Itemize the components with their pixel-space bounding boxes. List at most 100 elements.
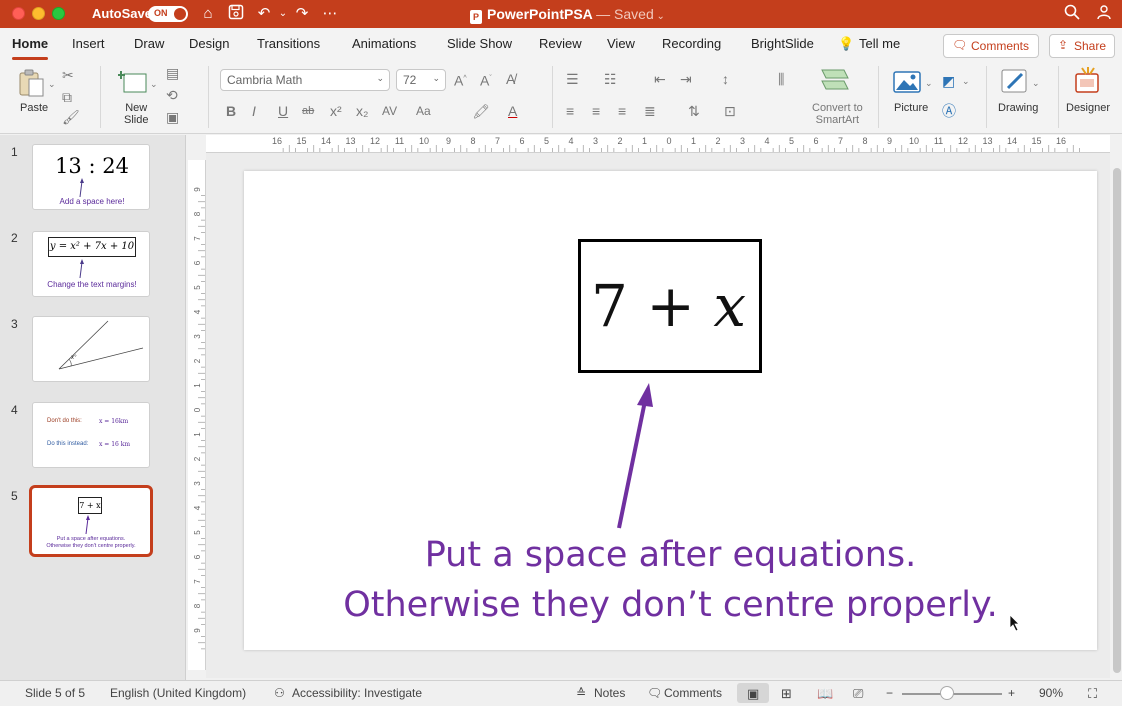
increase-indent-icon[interactable]: ⇥: [680, 70, 692, 88]
slide-thumbnail-3[interactable]: x°: [32, 316, 150, 382]
shapes-dropdown-icon[interactable]: ⌄: [962, 72, 970, 90]
close-window-button[interactable]: [12, 7, 25, 20]
reading-view-icon[interactable]: 📖: [817, 686, 833, 702]
vertical-scrollbar[interactable]: [1113, 168, 1121, 673]
drawing-icon[interactable]: [1000, 68, 1030, 96]
tab-animations[interactable]: Animations: [352, 36, 416, 51]
section-icon[interactable]: ▣: [166, 108, 179, 126]
align-center-icon[interactable]: ≡: [592, 102, 600, 120]
drawing-dropdown-icon[interactable]: ⌄: [1032, 74, 1040, 92]
zoom-level[interactable]: 90%: [1039, 686, 1063, 700]
tab-brightslide[interactable]: BrightSlide: [751, 36, 814, 51]
undo-dropdown-icon[interactable]: ⌄: [273, 4, 293, 24]
new-slide-icon[interactable]: [118, 68, 148, 96]
fit-to-window-icon[interactable]: ⛶: [1088, 686, 1097, 702]
change-case-icon[interactable]: Aa: [416, 102, 431, 120]
search-icon[interactable]: [1062, 4, 1082, 24]
autosave-toggle[interactable]: ON: [148, 6, 188, 22]
copy-icon[interactable]: ⧉: [62, 88, 72, 106]
new-slide-dropdown-icon[interactable]: ⌄: [150, 75, 158, 93]
smartart-icon[interactable]: [818, 68, 849, 92]
layout-icon[interactable]: ▤: [166, 64, 179, 82]
align-right-icon[interactable]: ≡: [618, 102, 626, 120]
bold-icon[interactable]: B: [226, 102, 236, 120]
slide-caption-line-2[interactable]: Otherwise they don’t centre properly.: [244, 585, 1097, 625]
reset-icon[interactable]: ⟲: [166, 86, 178, 104]
character-spacing-icon[interactable]: AV: [382, 102, 397, 120]
align-left-icon[interactable]: ≡: [566, 102, 574, 120]
zoom-slider-knob[interactable]: [940, 686, 954, 700]
decrease-indent-icon[interactable]: ⇤: [654, 70, 666, 88]
picture-dropdown-icon[interactable]: ⌄: [925, 74, 933, 92]
designer-icon[interactable]: [1072, 66, 1102, 96]
columns-icon[interactable]: ⫼: [778, 70, 784, 88]
tab-view[interactable]: View: [607, 36, 635, 51]
superscript-icon[interactable]: x²: [330, 102, 342, 120]
align-text-icon[interactable]: ⊡: [724, 102, 736, 120]
svg-text:8: 8: [862, 136, 867, 146]
slide-caption-line-1[interactable]: Put a space after equations.: [244, 535, 1097, 575]
font-color-icon[interactable]: A: [508, 102, 517, 120]
tab-review[interactable]: Review: [539, 36, 582, 51]
picture-icon[interactable]: [893, 70, 921, 94]
zoom-out-icon[interactable]: −: [886, 686, 893, 700]
cut-icon[interactable]: ✂: [62, 66, 74, 84]
tab-recording[interactable]: Recording: [662, 36, 721, 51]
numbering-icon[interactable]: ☷: [604, 70, 617, 88]
current-slide[interactable]: 7 + x Put a space after equations. Other…: [244, 171, 1097, 650]
arrow-shape[interactable]: [604, 381, 664, 531]
accessibility-status[interactable]: Accessibility: Investigate: [292, 686, 422, 700]
tab-home[interactable]: Home: [12, 36, 48, 51]
shapes-icon[interactable]: ◩: [942, 72, 955, 90]
highlight-icon[interactable]: 🖍: [472, 102, 490, 120]
comments-status-button[interactable]: Comments: [664, 686, 722, 700]
underline-icon[interactable]: U: [278, 102, 288, 120]
line-spacing-icon[interactable]: ↕: [722, 70, 729, 88]
slide-thumbnail-2[interactable]: y = x² + 7x + 10 Change the text margins…: [32, 231, 150, 297]
slide-sorter-icon[interactable]: ⊞: [781, 686, 792, 702]
italic-icon[interactable]: I: [252, 102, 256, 120]
paste-icon[interactable]: [17, 68, 47, 98]
zoom-window-button[interactable]: [52, 7, 65, 20]
comments-button[interactable]: 🗨 Comments: [943, 34, 1039, 58]
home-icon[interactable]: ⌂: [198, 4, 218, 24]
svg-text:1: 1: [691, 136, 696, 146]
tell-me-search[interactable]: Tell me: [859, 36, 900, 51]
language-indicator[interactable]: English (United Kingdom): [110, 686, 246, 700]
account-icon[interactable]: [1095, 4, 1115, 24]
bullets-icon[interactable]: ☰: [566, 70, 579, 88]
font-size-select[interactable]: 72 ⌄: [396, 69, 446, 91]
zoom-in-icon[interactable]: +: [1008, 686, 1015, 700]
text-box-icon[interactable]: Ⓐ: [942, 102, 956, 120]
save-icon[interactable]: [226, 4, 246, 24]
slide-thumbnail-4[interactable]: Don't do this: x = 16km Do this instead:…: [32, 402, 150, 468]
tab-transitions[interactable]: Transitions: [257, 36, 320, 51]
undo-icon[interactable]: ↶: [254, 4, 274, 24]
strikethrough-icon[interactable]: ab: [302, 102, 314, 120]
tab-slide-show[interactable]: Slide Show: [447, 36, 512, 51]
equation-text-box[interactable]: 7 + x: [578, 239, 762, 373]
subscript-icon[interactable]: x₂: [356, 102, 368, 120]
document-title[interactable]: P PowerPointPSA — Saved ⌄: [470, 6, 665, 24]
tab-draw[interactable]: Draw: [134, 36, 164, 51]
horizontal-ruler[interactable]: 16 15 14 13 12 11 10 9 8 7 6 5 4 3 2 1 0 1 2 3 4 5 6 7 8 9 10 11 12 1…: [206, 135, 1110, 153]
share-button[interactable]: ⇪ Share: [1049, 34, 1115, 58]
more-options-icon[interactable]: ⋯: [320, 4, 340, 24]
clear-formatting-icon[interactable]: A̸: [506, 70, 515, 88]
format-painter-icon[interactable]: 🖌: [62, 108, 80, 126]
paste-dropdown-icon[interactable]: ⌄: [48, 75, 56, 93]
decrease-font-icon[interactable]: Aˇ: [480, 70, 492, 90]
slide-thumbnail-5[interactable]: 7 + x Put a space after equations. Other…: [29, 485, 153, 557]
vertical-ruler[interactable]: 9 8 7 6 5 4 3 2 1 0 1 2 3 4 5 6 7 8 9: [188, 160, 206, 670]
notes-button[interactable]: Notes: [594, 686, 625, 700]
tab-insert[interactable]: Insert: [72, 36, 105, 51]
font-family-select[interactable]: Cambria Math ⌄: [220, 69, 390, 91]
slide-thumbnail-1[interactable]: 13 : 24 Add a space here!: [32, 144, 150, 210]
redo-icon[interactable]: ↷: [292, 4, 312, 24]
increase-font-icon[interactable]: A^: [454, 70, 467, 90]
tab-design[interactable]: Design: [189, 36, 229, 51]
minimize-window-button[interactable]: [32, 7, 45, 20]
slideshow-icon[interactable]: ⎚: [853, 686, 863, 702]
text-direction-icon[interactable]: ⇅: [688, 102, 700, 120]
justify-icon[interactable]: ≣: [644, 102, 656, 120]
